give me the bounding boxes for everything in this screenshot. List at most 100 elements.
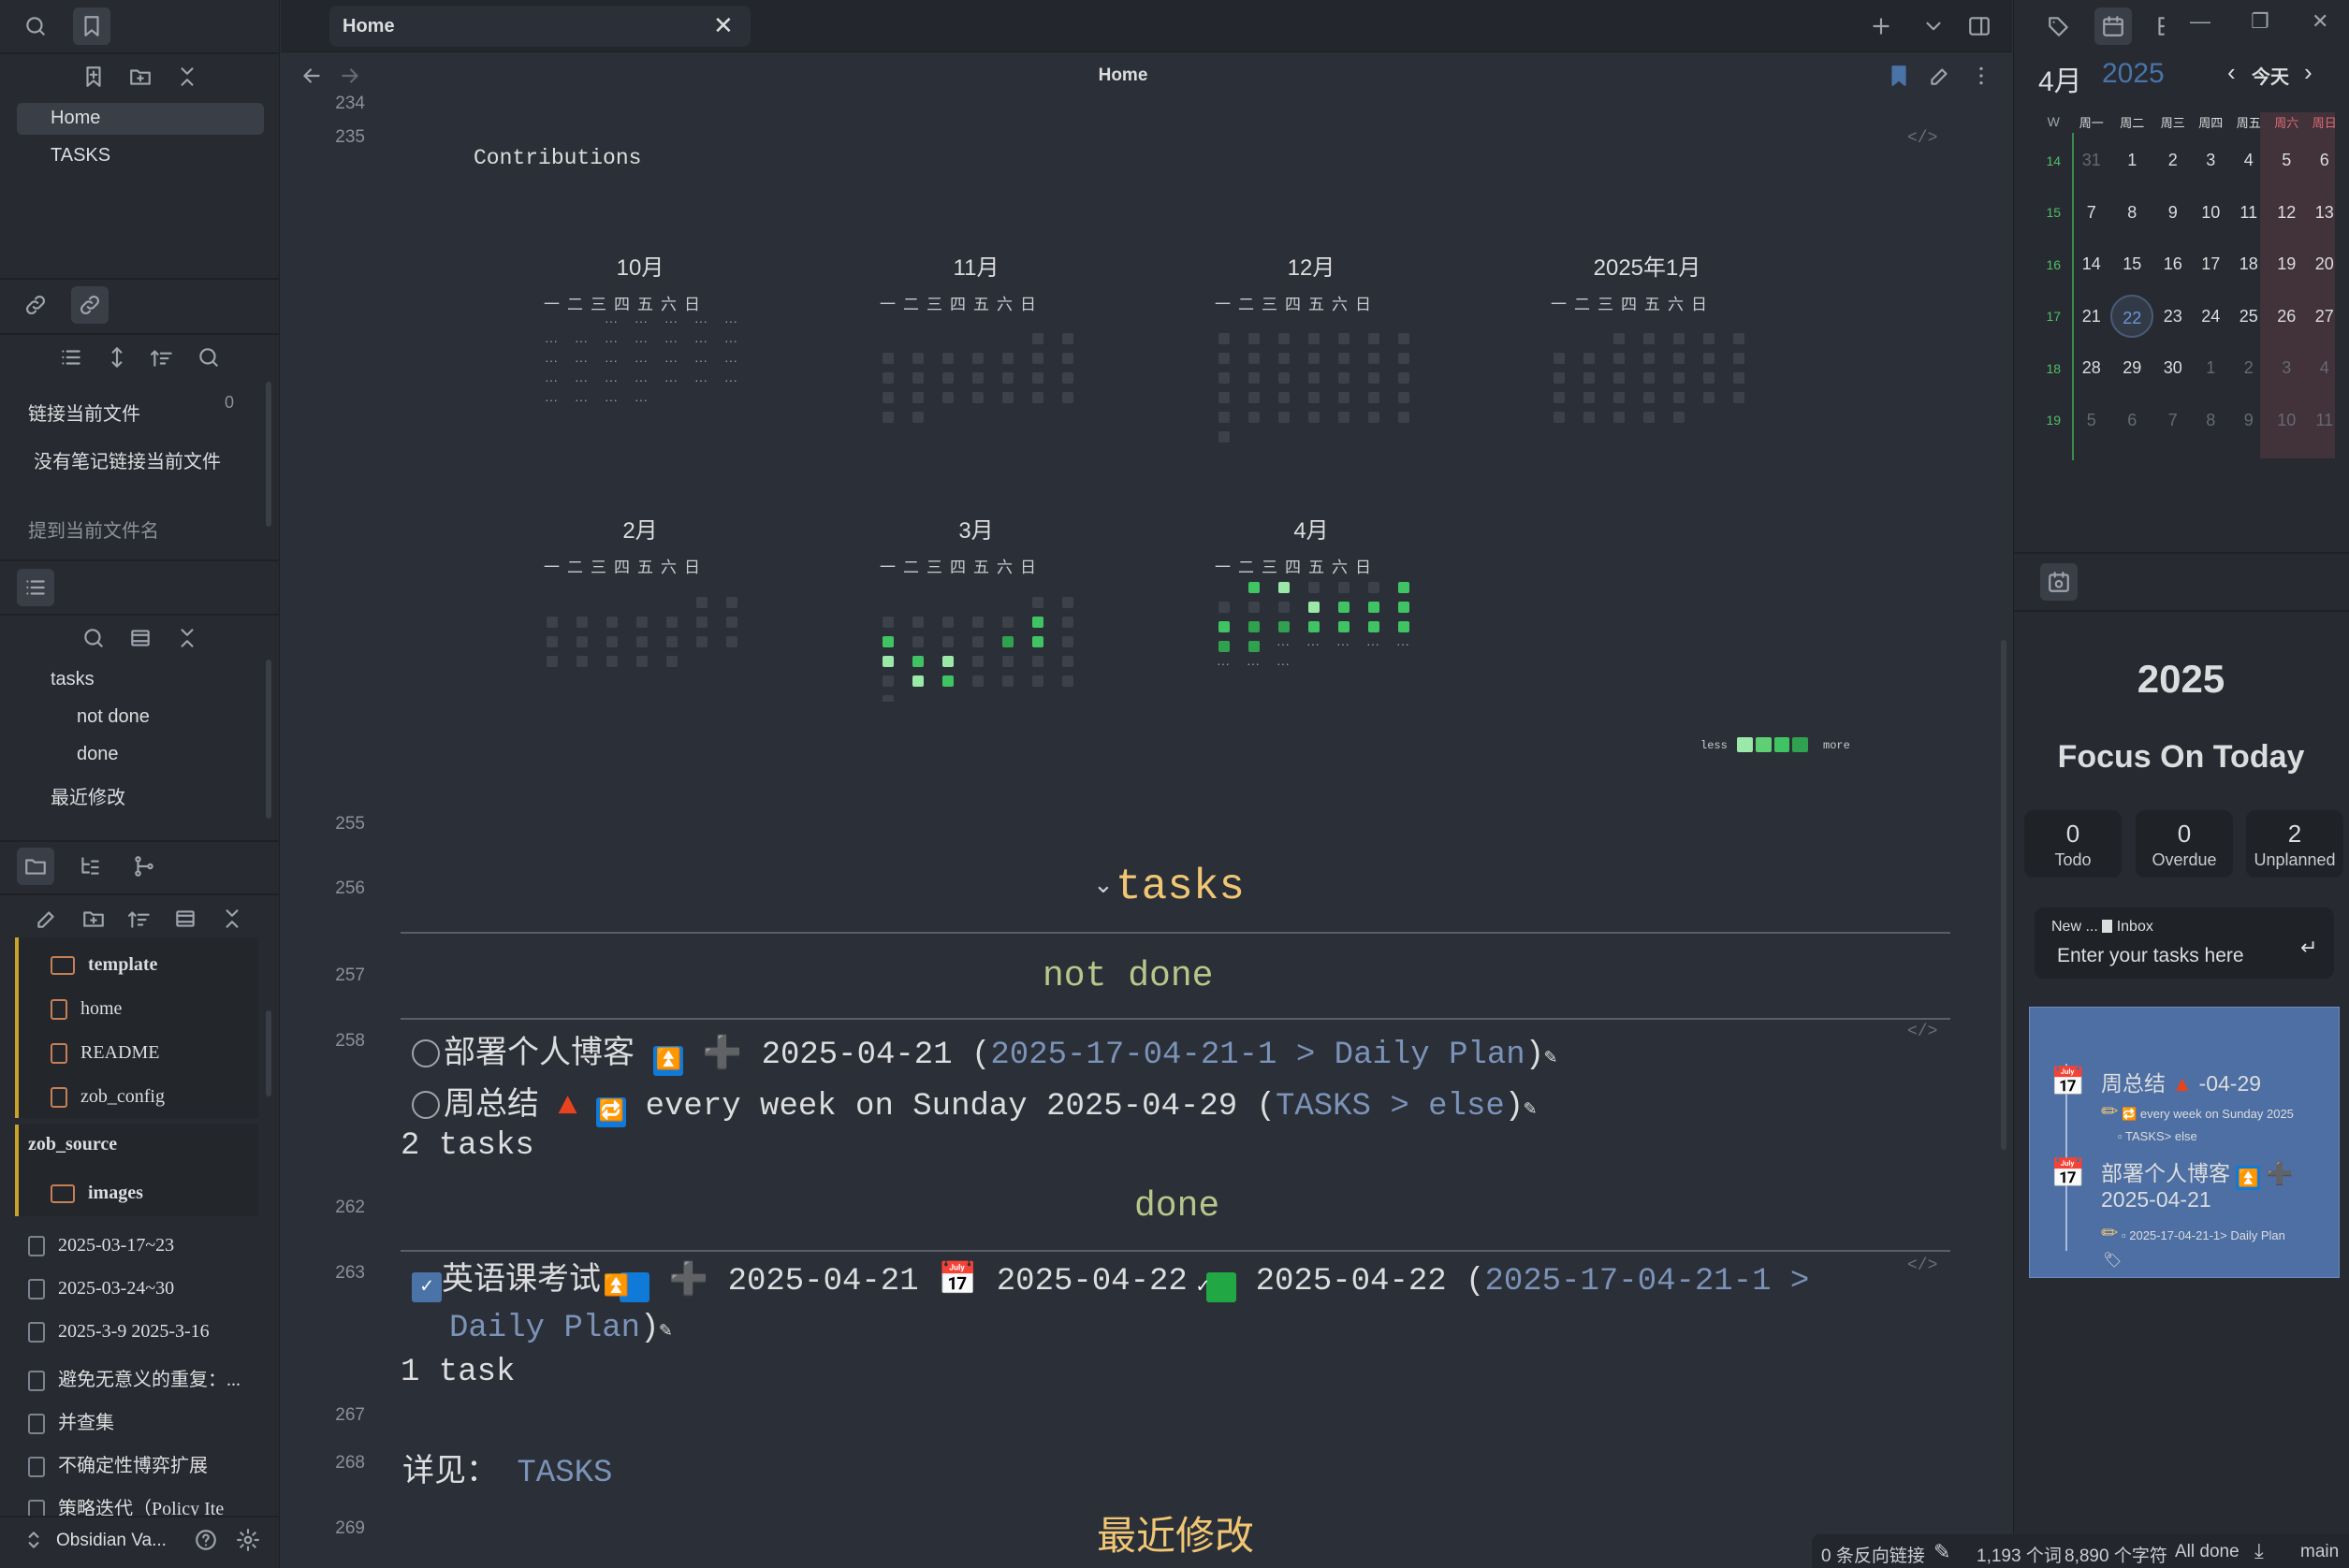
calendar-day[interactable]: 15 [2110, 239, 2154, 291]
sort-icon[interactable] [122, 900, 159, 937]
calendar-day[interactable]: 20 [2305, 239, 2343, 291]
today-button[interactable]: 今天 [2252, 62, 2289, 89]
calendar-day[interactable]: 4 [2305, 342, 2343, 395]
bookmark-icon[interactable] [1880, 57, 1918, 94]
calendar-day[interactable]: 9 [2154, 187, 2192, 240]
calendar-day[interactable]: 25 [2230, 291, 2268, 343]
new-folder-icon[interactable] [122, 58, 159, 95]
search-icon[interactable] [17, 7, 54, 45]
calendar-day[interactable]: 10 [2268, 395, 2305, 447]
calendar-day[interactable]: 14 [2072, 239, 2109, 291]
outline-item-not-done[interactable]: not done [77, 706, 150, 728]
edit-icon[interactable] [1921, 57, 1959, 94]
task-link[interactable]: Plan [563, 1311, 640, 1346]
unplanned-task-blog[interactable]: 部署个人博客 ⏫ ➕ [2101, 1155, 2293, 1190]
calendar-day[interactable]: 19 [2268, 239, 2305, 291]
layout-icon[interactable] [167, 900, 204, 937]
vault-switch-icon[interactable] [15, 1521, 52, 1559]
layout-icon[interactable] [122, 619, 159, 657]
search-icon[interactable] [75, 619, 112, 657]
calendar-day[interactable]: 16 [2154, 239, 2192, 291]
task-checkbox[interactable] [412, 1091, 440, 1119]
edit-icon[interactable]: ✎ [1933, 1540, 1950, 1564]
scrollbar[interactable] [266, 1010, 271, 1096]
collapse-icon[interactable] [168, 619, 206, 657]
minimize-icon[interactable]: — [2190, 9, 2210, 34]
folder-images[interactable]: images [51, 1183, 143, 1204]
chevron-down-icon[interactable] [1915, 7, 1952, 45]
task-input[interactable]: Enter your tasks here [2057, 945, 2244, 967]
file-item[interactable]: 避免无意义的重复：... [28, 1364, 241, 1392]
calendar-day[interactable]: 3 [2268, 342, 2305, 395]
bookmark-home[interactable]: Home [51, 108, 100, 129]
file-item[interactable]: 2025-03-17~23 [28, 1235, 174, 1257]
enter-icon[interactable]: ↵ [2300, 936, 2317, 960]
outline-icon[interactable] [17, 569, 54, 606]
maximize-icon[interactable]: ❐ [2251, 9, 2269, 34]
calendar-icon[interactable] [2094, 7, 2132, 45]
folder-icon[interactable] [17, 848, 54, 885]
tab-home[interactable]: Home ✕ [329, 6, 751, 47]
bookmark-icon[interactable] [73, 7, 110, 45]
calendar-day[interactable]: 10 [2192, 187, 2229, 240]
more-options-icon[interactable] [1962, 57, 2000, 94]
edit-pencil-icon[interactable]: ✎ [1524, 1097, 1536, 1121]
calendar-day[interactable]: 30 [2154, 342, 2192, 395]
calendar-day[interactable]: 11 [2305, 395, 2343, 447]
edit-pencil-icon[interactable]: ✎ [659, 1319, 671, 1343]
calendar-day[interactable]: 1 [2110, 135, 2154, 187]
bookmark-add-icon[interactable] [75, 58, 112, 95]
calendar-day[interactable]: 26 [2268, 291, 2305, 343]
collapse-icon[interactable] [213, 900, 251, 937]
task-link[interactable]: 2025-17-04-21-1 > Daily Plan [990, 1038, 1525, 1073]
collapse-icon[interactable] [168, 58, 206, 95]
calendar-day[interactable]: 17 [2192, 239, 2229, 291]
calendar-day[interactable]: 21 [2072, 291, 2109, 343]
calendar-day[interactable]: 23 [2154, 291, 2192, 343]
status-sync[interactable]: All done [2175, 1542, 2240, 1562]
scrollbar[interactable] [266, 382, 271, 527]
file-item[interactable]: 不确定性博弈扩展 [28, 1450, 208, 1478]
file-item[interactable]: 2025-3-9 2025-3-16 [28, 1321, 210, 1343]
file-home[interactable]: home [51, 998, 122, 1021]
calendar-day[interactable]: 5 [2072, 395, 2109, 447]
close-window-icon[interactable]: ✕ [2312, 9, 2328, 34]
calendar-day[interactable]: 3 [2192, 135, 2229, 187]
close-icon[interactable]: ✕ [713, 11, 734, 40]
stat-todo[interactable]: 0 Todo [2024, 810, 2122, 878]
calendar-day[interactable]: 2 [2230, 342, 2268, 395]
calendar-day[interactable]: 18 [2230, 239, 2268, 291]
stat-overdue[interactable]: 0 Overdue [2136, 810, 2233, 878]
status-branch[interactable]: main [2300, 1542, 2339, 1562]
calendar-day[interactable]: 6 [2305, 135, 2343, 187]
tree-icon[interactable] [71, 848, 109, 885]
scrollbar[interactable] [2001, 640, 2006, 1150]
calendar-day[interactable]: 29 [2110, 342, 2154, 395]
file-readme[interactable]: README [51, 1042, 159, 1065]
backlinks-heading[interactable]: 链接当前文件 [28, 399, 140, 426]
code-block-icon[interactable]: </> [1907, 129, 1937, 148]
task-checkbox[interactable] [412, 1039, 440, 1067]
outline-item-done[interactable]: done [77, 744, 119, 765]
calendar-day[interactable]: 9 [2230, 395, 2268, 447]
calendar-day[interactable]: 28 [2072, 342, 2109, 395]
task-input-box[interactable]: New ... Inbox Enter your tasks here ↵ [2035, 907, 2334, 979]
stat-unplanned[interactable]: 2 Unplanned [2246, 810, 2343, 878]
new-tab-icon[interactable] [1862, 7, 1900, 45]
outline-item-tasks[interactable]: tasks [51, 669, 95, 690]
calendar-day[interactable]: 8 [2192, 395, 2229, 447]
calendar-day[interactable]: 6 [2110, 395, 2154, 447]
status-backlinks[interactable]: 0 条反向链接 [1821, 1542, 1925, 1567]
calendar-day[interactable]: 7 [2154, 395, 2192, 447]
calendar-day[interactable]: 27 [2305, 291, 2343, 343]
calendar-day[interactable]: 7 [2072, 187, 2109, 240]
calendar-day[interactable]: 11 [2230, 187, 2268, 240]
outline-icon[interactable] [2147, 7, 2184, 45]
code-block-icon[interactable]: </> [1907, 1023, 1937, 1041]
file-item[interactable]: 2025-03-24~30 [28, 1278, 174, 1300]
download-icon[interactable]: ⤓ [2254, 1539, 2264, 1563]
calendar-day[interactable]: 13 [2305, 187, 2343, 240]
bookmark-tasks[interactable]: TASKS [51, 145, 110, 167]
link-icon[interactable] [17, 286, 54, 324]
calendar-day[interactable]: 1 [2192, 342, 2229, 395]
